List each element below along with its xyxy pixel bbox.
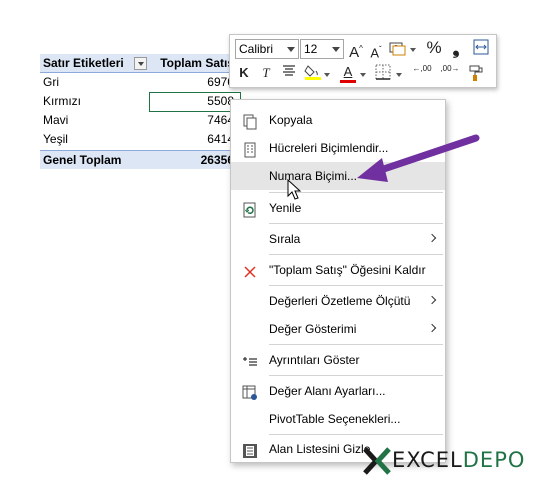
menu-separator (269, 285, 443, 286)
chevron-down-icon (287, 47, 295, 52)
submenu-arrow-icon (427, 295, 437, 305)
merge-cells-icon (473, 39, 489, 55)
logo-x-icon (363, 447, 391, 475)
row-value[interactable]: 7464 (150, 111, 234, 130)
row-labels-header[interactable]: Satır Etiketleri (43, 54, 124, 73)
active-cell-border (149, 92, 241, 112)
align-center-icon (283, 65, 295, 76)
table-row: Mavi 7464 (40, 111, 240, 130)
menu-item-label: Hücreleri Biçimlendir... (269, 141, 389, 155)
context-menu: Kopyala Hücreleri Biçimlendir... Numara … (230, 99, 446, 463)
menu-item-label: Ayrıntıları Göster (269, 353, 360, 367)
table-row: Yeşil 6414 (40, 130, 240, 149)
menu-item-number-format[interactable]: Numara Biçimi... (231, 162, 445, 190)
menu-item-remove-field[interactable]: "Toplam Satış" Öğesini Kaldır (231, 256, 445, 284)
comma-style-button[interactable]: ❟ (450, 39, 462, 57)
format-cells-icon (242, 140, 258, 158)
decrease-font-size-button[interactable]: Aˇ (369, 41, 383, 61)
font-name-dropdown[interactable]: Calibri (235, 39, 299, 59)
chevron-down-icon (332, 47, 340, 52)
menu-item-label: Yenile (269, 201, 302, 215)
menu-item-refresh[interactable]: Yenile (231, 194, 445, 222)
row-label[interactable]: Kırmızı (43, 92, 81, 111)
row-value[interactable]: 6970 (150, 73, 234, 92)
borders-button[interactable] (375, 64, 391, 82)
logo-text-excel: EXCEL (392, 448, 463, 472)
submenu-arrow-icon (427, 323, 437, 333)
menu-separator (269, 254, 443, 255)
remove-x-icon (242, 262, 258, 278)
increase-decimal-button[interactable]: ←,00 (410, 65, 434, 83)
copy-icon (242, 112, 258, 130)
menu-item-summarize-values-by[interactable]: Değerleri Özetleme Ölçütü (231, 287, 445, 315)
refresh-icon (242, 200, 258, 218)
merge-center-button[interactable] (472, 39, 490, 57)
chevron-down-icon[interactable] (324, 73, 330, 77)
italic-button[interactable]: T (260, 64, 272, 82)
row-label[interactable]: Gri (43, 73, 59, 92)
font-size-value: 12 (304, 42, 318, 56)
field-list-icon (242, 441, 258, 458)
value-header[interactable]: Toplam Satış (150, 54, 234, 73)
decrease-decimal-button[interactable]: ,00→ (438, 65, 462, 83)
increase-font-size-button[interactable]: A^ (349, 40, 363, 61)
logo-text: EXCELDEPO (392, 448, 525, 472)
grand-total-label[interactable]: Genel Toplam (43, 151, 121, 170)
show-details-icon (242, 352, 258, 368)
menu-item-label: Sırala (269, 232, 301, 246)
format-painter-button[interactable] (468, 64, 486, 82)
grand-total-row: Genel Toplam 26356 (40, 150, 240, 169)
row-label[interactable]: Mavi (43, 111, 68, 130)
excel-depo-logo: EXCELDEPO (362, 444, 527, 476)
value-field-settings-icon (242, 383, 258, 400)
font-size-dropdown[interactable]: 12 (300, 39, 344, 59)
row-value[interactable]: 6414 (150, 130, 234, 149)
borders-icon (375, 64, 391, 80)
menu-item-label: Alan Listesini Gizle (269, 442, 371, 456)
percent-style-button[interactable]: % (426, 39, 442, 57)
menu-item-value-field-settings[interactable]: Değer Alanı Ayarları... (231, 377, 445, 405)
decrease-font-icon: A (370, 45, 379, 61)
table-row: Gri 6970 (40, 73, 240, 92)
menu-item-label: Değerleri Özetleme Ölçütü (269, 294, 411, 308)
menu-item-label: "Toplam Satış" Öğesini Kaldır (269, 263, 426, 277)
menu-item-pivottable-options[interactable]: PivotTable Seçenekleri... (231, 405, 445, 433)
filter-dropdown-icon[interactable] (134, 57, 147, 70)
grand-total-value[interactable]: 26356 (150, 151, 234, 170)
format-painter-icon (469, 65, 483, 81)
menu-separator (269, 375, 443, 376)
menu-item-label: PivotTable Seçenekleri... (269, 412, 401, 426)
accounting-format-button[interactable] (389, 40, 407, 58)
fill-color-button[interactable] (304, 63, 322, 81)
money-icon (389, 42, 406, 56)
submenu-arrow-icon (427, 233, 437, 243)
chevron-down-icon[interactable] (396, 73, 402, 77)
menu-separator (269, 344, 443, 345)
row-label[interactable]: Yeşil (43, 130, 68, 149)
menu-item-label: Kopyala (269, 113, 313, 127)
mini-toolbar: Calibri 12 A^ Aˇ % ❟ K T A ←,00 ,00→ (229, 34, 497, 88)
menu-item-sort[interactable]: Sırala (231, 225, 445, 253)
menu-item-label: Değer Alanı Ayarları... (269, 384, 386, 398)
menu-item-label: Değer Gösterimi (269, 322, 357, 336)
align-center-button[interactable] (282, 64, 296, 82)
pivot-header-row: Satır Etiketleri Toplam Satış (40, 54, 240, 73)
font-name-value: Calibri (239, 42, 274, 56)
bold-button[interactable]: K (238, 64, 250, 82)
menu-item-show-values-as[interactable]: Değer Gösterimi (231, 315, 445, 343)
font-color-button[interactable]: A (340, 63, 356, 83)
menu-item-format-cells[interactable]: Hücreleri Biçimlendir... (231, 134, 445, 162)
chevron-down-icon[interactable] (410, 48, 416, 52)
menu-separator (269, 192, 443, 193)
increase-font-icon: A (349, 44, 360, 61)
menu-item-label: Numara Biçimi... (269, 169, 358, 183)
paint-bucket-icon (304, 65, 321, 80)
logo-text-depo: DEPO (462, 448, 526, 472)
chevron-down-icon[interactable] (360, 73, 366, 77)
menu-item-copy[interactable]: Kopyala (231, 106, 445, 134)
menu-separator (269, 223, 443, 224)
menu-item-show-details[interactable]: Ayrıntıları Göster (231, 346, 445, 374)
